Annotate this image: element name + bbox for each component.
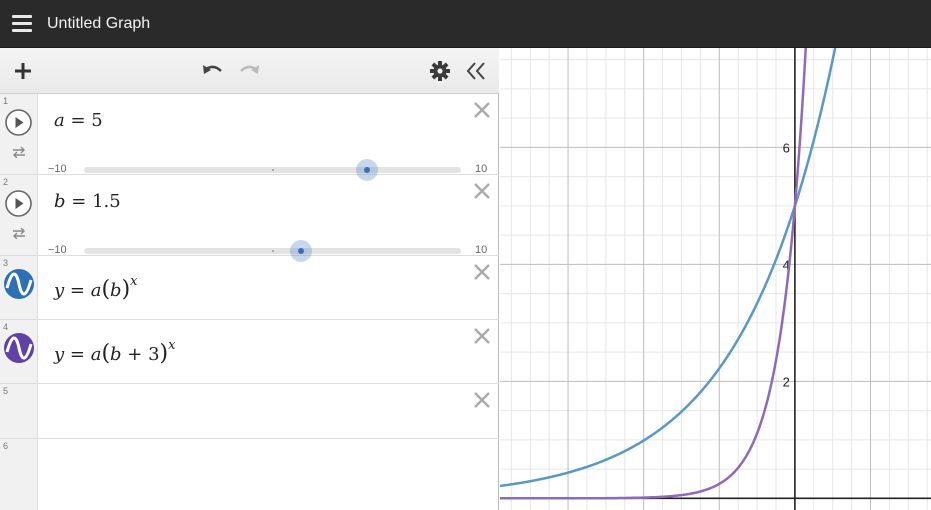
major-grid [500,48,931,510]
settings-button[interactable] [428,60,452,82]
close-icon[interactable] [473,391,491,409]
play-icon[interactable] [4,189,33,218]
y-tick-label: 2 [783,374,790,389]
expression-gutter: 2 [0,175,38,255]
variable-value: 1.5 [92,191,121,212]
expression-gutter: 4 [0,320,38,383]
expression-index: 6 [3,441,9,451]
expression-index: 5 [3,386,9,396]
plus-icon [15,63,31,79]
curve-visibility-icon[interactable] [3,268,35,300]
expression-gutter: 6 [0,439,38,510]
close-icon[interactable] [473,182,491,200]
slider-min-label[interactable]: −10 [48,163,67,175]
expression-index: 3 [3,258,9,268]
double-chevron-left-icon [466,62,485,80]
expression-item-3[interactable]: 3 y = a(b)x [0,256,499,320]
variable-value: 5 [91,110,103,131]
y-tick-label: 6 [783,140,790,155]
expression-index: 1 [3,96,9,106]
play-icon[interactable] [4,108,33,137]
expression-math[interactable]: y = a(b + 3)x [54,338,175,366]
slider-min-label[interactable]: −10 [48,244,67,256]
curve-y-a-b-plus-3-x[interactable] [500,48,809,500]
axes [500,48,931,510]
slider-max-label[interactable]: 10 [475,163,487,175]
close-icon[interactable] [473,327,491,345]
variable-name: a [54,110,65,131]
expression-gutter: 3 [0,256,38,319]
expression-math[interactable]: y = a(b)x [54,274,138,302]
expression-item-a[interactable]: 1 a = 5 −10 10 [0,94,499,181]
loop-icon[interactable] [11,227,27,239]
graph-paper[interactable]: 246 [500,48,931,510]
slider-track[interactable] [84,240,461,262]
expression-math[interactable]: a = 5 [54,110,103,131]
add-item-button[interactable] [11,60,35,82]
top-bar: Untitled Graph [0,0,931,48]
undo-button[interactable] [200,60,224,82]
graph-canvas[interactable]: 246 [500,48,931,510]
expression-math[interactable]: b = 1.5 [54,191,121,212]
curve-y-a-b-x[interactable] [500,48,845,488]
gear-icon [430,61,450,81]
desmos-app: Untitled Graph 1 a = 5 −10 10 2 b = 1.5 … [0,0,931,510]
expression-item-b[interactable]: 2 b = 1.5 −10 10 [0,175,499,262]
expression-gutter: 1 [0,94,38,174]
collapse-panel-button[interactable] [465,60,489,82]
expression-panel: 1 a = 5 −10 10 2 b = 1.5 −10 10 3 y = a(… [0,48,499,510]
close-icon[interactable] [473,263,491,281]
expression-list: 1 a = 5 −10 10 2 b = 1.5 −10 10 3 y = a(… [0,94,499,510]
undo-icon [203,65,222,74]
variable-name: b [54,191,66,212]
expression-index: 2 [3,177,9,187]
redo-icon [240,65,259,74]
loop-icon[interactable] [11,146,27,158]
close-icon[interactable] [473,101,491,119]
expression-item-5[interactable]: 5 [0,384,499,439]
curve-visibility-icon[interactable] [3,332,35,364]
expression-index: 4 [3,322,9,332]
expression-item-6[interactable]: 6 [0,439,499,510]
expression-gutter: 5 [0,384,38,438]
expression-toolbar [0,48,499,94]
graph-title[interactable]: Untitled Graph [47,15,150,33]
redo-button[interactable] [238,60,262,82]
expression-item-4[interactable]: 4 y = a(b + 3)x [0,320,499,384]
slider-track[interactable] [84,159,461,181]
slider-max-label[interactable]: 10 [475,244,487,256]
minor-grid [500,48,931,510]
menu-icon[interactable] [12,15,32,33]
